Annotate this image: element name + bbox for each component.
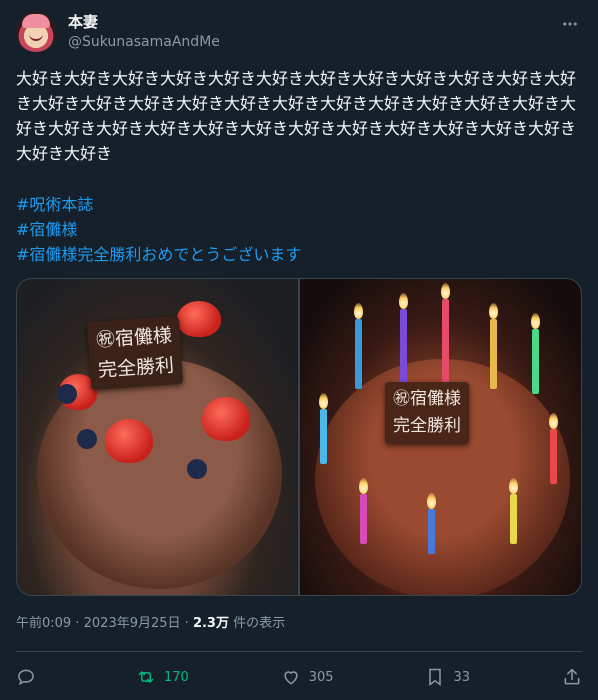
strawberry	[105, 419, 153, 463]
reply-button[interactable]	[16, 667, 44, 687]
candle-flame	[549, 413, 558, 429]
candle	[550, 429, 557, 484]
bookmark-icon	[429, 668, 442, 686]
cake-plaque: ㊗宿儺様 完全勝利	[385, 382, 469, 444]
candle-flame	[359, 478, 368, 494]
retweet-button[interactable]: 170	[136, 667, 189, 687]
share-button[interactable]	[562, 667, 582, 687]
retweet-count: 170	[163, 669, 189, 685]
meta-separator: ·	[184, 616, 189, 631]
view-count[interactable]: 2.3万	[193, 616, 229, 631]
divider	[16, 651, 582, 652]
tweet-date[interactable]: 2023年9月25日	[84, 616, 181, 631]
candle	[532, 329, 539, 394]
hashtag-link[interactable]: #宿儺様	[16, 217, 582, 242]
tweet-header: 本妻 @SukunasamaAndMe	[16, 10, 582, 54]
plaque-line: ㊗宿儺様	[393, 389, 461, 409]
user-handle[interactable]: @SukunasamaAndMe	[68, 32, 220, 52]
candle-flame	[531, 313, 540, 329]
meta-separator: ·	[75, 616, 80, 631]
hashtag-link[interactable]: #宿儺様完全勝利おめでとうございます	[16, 242, 582, 267]
plaque-line: 完全勝利	[393, 416, 461, 436]
tweet-time[interactable]: 午前0:09	[16, 616, 71, 631]
blueberry	[187, 459, 207, 479]
candle-flame	[354, 303, 363, 319]
view-label: 件の表示	[233, 616, 286, 631]
more-icon	[563, 22, 577, 26]
retweet-icon	[138, 671, 154, 683]
candle	[442, 299, 449, 384]
blueberry	[77, 429, 97, 449]
heart-icon	[284, 671, 298, 685]
action-bar: 170 305 33	[16, 662, 582, 692]
display-name[interactable]: 本妻	[68, 12, 220, 32]
cake-photo-2[interactable]: ㊗宿儺様 完全勝利	[300, 279, 581, 595]
avatar[interactable]	[16, 12, 56, 52]
cake-plaque: ㊗宿儺様 完全勝利	[86, 315, 184, 391]
like-button[interactable]: 305	[281, 667, 334, 687]
candle-flame	[399, 293, 408, 309]
blueberry	[57, 384, 77, 404]
reply-icon	[18, 669, 34, 686]
strawberry	[177, 301, 221, 337]
candle-flame	[509, 478, 518, 494]
candle	[428, 509, 435, 554]
cake-photo-1[interactable]: ㊗宿儺様 完全勝利	[17, 279, 298, 595]
like-count: 305	[308, 669, 334, 685]
candle	[400, 309, 407, 389]
plaque-line: 完全勝利	[97, 354, 175, 382]
candle	[490, 319, 497, 389]
candle	[320, 409, 327, 464]
tweet-meta: 午前0:09 · 2023年9月25日 · 2.3万 件の表示	[16, 614, 285, 634]
author-names: 本妻 @SukunasamaAndMe	[68, 12, 220, 52]
candle	[510, 494, 517, 544]
tweet-text: 大好き大好き大好き大好き大好き大好き大好き大好き大好き大好き大好き大好き大好き大…	[16, 69, 577, 163]
candle-flame	[441, 283, 450, 299]
hashtag-list: #呪術本誌 #宿儺様 #宿儺様完全勝利おめでとうございます	[16, 192, 582, 267]
candle	[360, 494, 367, 544]
bookmark-count: 33	[453, 669, 471, 685]
candle	[355, 319, 362, 389]
strawberry	[202, 397, 250, 441]
candle-flame	[319, 393, 328, 409]
more-button[interactable]	[558, 12, 582, 36]
candle-flame	[489, 303, 498, 319]
hashtag-link[interactable]: #呪術本誌	[16, 192, 582, 217]
candle-flame	[427, 493, 436, 509]
media-grid: ㊗宿儺様 完全勝利 ㊗宿儺様 完全勝利	[16, 278, 582, 596]
share-icon	[564, 668, 580, 685]
bookmark-button[interactable]: 33	[425, 667, 470, 687]
